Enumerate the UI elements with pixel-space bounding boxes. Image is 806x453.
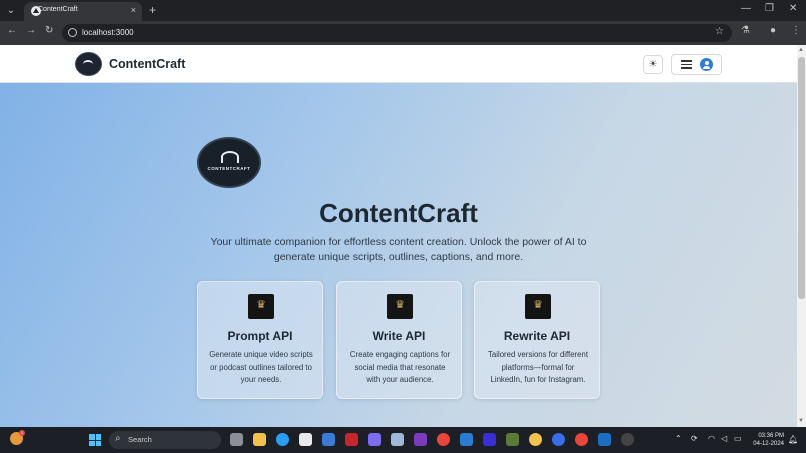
hero-logo-glyph-icon [221, 151, 239, 163]
new-tab-button[interactable]: + [149, 3, 156, 17]
forward-button[interactable]: → [26, 25, 36, 36]
tray-sync-icon[interactable]: ⟳ [691, 434, 698, 443]
theme-toggle-button[interactable]: ☀ [643, 55, 663, 74]
media-player-icon[interactable] [621, 433, 634, 446]
taskbar-clock[interactable]: 03:36 PM 04-12-2024 [748, 432, 784, 448]
terminal-icon[interactable] [506, 433, 519, 446]
site-navbar: ContentCraft ☀ [0, 45, 797, 83]
restore-button[interactable]: ❐ [765, 3, 774, 14]
tab-search-dropdown[interactable]: ⌄ [4, 4, 18, 18]
dell-icon[interactable] [322, 433, 335, 446]
hero-logo-text: CONTENTCRAFT [207, 166, 251, 171]
volume-icon[interactable]: ◁ [721, 434, 727, 443]
chrome-canary-icon[interactable] [529, 433, 542, 446]
outlook-icon[interactable] [598, 433, 611, 446]
clock-time: 03:36 PM [758, 433, 784, 439]
close-window-button[interactable]: ✕ [789, 3, 797, 14]
profile-icon[interactable]: ● [770, 25, 776, 36]
battery-icon[interactable]: ▭ [734, 434, 742, 443]
edge-icon[interactable] [276, 433, 289, 446]
tray-overflow-icon[interactable]: ⌃ [675, 434, 682, 443]
page-scrollbar[interactable]: ▲ ▼ [797, 45, 806, 427]
photos-icon[interactable] [391, 433, 404, 446]
feature-card-prompt[interactable]: Prompt API Generate unique video scripts… [197, 281, 323, 399]
card-title: Prompt API [227, 329, 293, 343]
scroll-up-arrow-icon[interactable]: ▲ [798, 47, 804, 53]
address-bar[interactable]: localhost:3000 ☆ [62, 24, 732, 42]
hero-title: ContentCraft [319, 198, 478, 228]
search-placeholder: Search [128, 435, 152, 444]
card-description: Generate unique video scripts or podcast… [209, 350, 313, 385]
chrome-profile-icon[interactable] [575, 433, 588, 446]
labs-icon[interactable]: ⚗ [741, 25, 750, 36]
card-description: Create engaging captions for social medi… [349, 350, 451, 385]
tab-title: ContentCraft [38, 6, 78, 13]
minimize-button[interactable]: — [741, 3, 751, 14]
taskbar-search[interactable]: ⌕ Search [109, 431, 221, 449]
mcafee-icon[interactable] [345, 433, 358, 446]
browser-tabbar: ⌄ ContentCraft × + — ❐ ✕ [0, 0, 806, 21]
page-viewport: ContentCraft ☀ CONTENTCRAFT ContentCraft… [0, 45, 797, 427]
card-description: Tailored versions for different platform… [488, 350, 588, 385]
prompt-api-icon [248, 294, 274, 319]
devtool-icon[interactable] [483, 433, 496, 446]
browser-menu-icon[interactable]: ⋮ [791, 25, 801, 36]
site-info-icon[interactable] [68, 28, 77, 37]
chrome-icon[interactable] [437, 433, 450, 446]
user-menu-button[interactable] [671, 54, 722, 75]
bookmark-star-icon[interactable]: ☆ [715, 26, 724, 37]
hamburger-menu-icon [681, 60, 692, 69]
start-button-icon[interactable] [89, 434, 101, 446]
vscode-icon[interactable] [460, 433, 473, 446]
card-title: Write API [372, 329, 426, 343]
feature-card-rewrite[interactable]: Rewrite API Tailored versions for differ… [474, 281, 600, 399]
feature-card-write[interactable]: Write API Create engaging captions for s… [336, 281, 462, 399]
hero-subtitle: Your ultimate companion for effortless c… [210, 236, 587, 263]
onenote-icon[interactable] [414, 433, 427, 446]
wifi-icon[interactable]: ◠ [708, 434, 715, 443]
url-text[interactable]: localhost:3000 [82, 28, 134, 37]
back-button[interactable]: ← [7, 25, 17, 36]
user-avatar-icon [700, 58, 713, 71]
store-icon[interactable] [299, 433, 312, 446]
tab-close-icon[interactable]: × [131, 5, 136, 15]
hero-logo: CONTENTCRAFT [197, 137, 261, 188]
card-title: Rewrite API [503, 329, 571, 343]
write-api-icon [387, 294, 413, 319]
brand-logo[interactable] [75, 52, 102, 76]
file-explorer-icon[interactable] [253, 433, 266, 446]
notification-bell-icon[interactable]: 🔔︎ [788, 435, 798, 444]
browser-tab[interactable]: ContentCraft × [24, 2, 142, 21]
windows-taskbar: 1 ⌕ Search ⌃ ⟳ ◠ ◁ ▭ 03:36 PM 04-12-2024… [0, 427, 806, 453]
search-icon: ⌕ [115, 433, 121, 444]
copilot-icon[interactable] [368, 433, 381, 446]
messenger-icon[interactable] [552, 433, 565, 446]
scroll-down-arrow-icon[interactable]: ▼ [798, 418, 804, 424]
brand-name[interactable]: ContentCraft [109, 57, 185, 71]
scrollbar-thumb[interactable] [798, 57, 805, 299]
clock-date: 04-12-2024 [753, 441, 784, 447]
rewrite-api-icon [525, 294, 551, 319]
task-view-icon[interactable] [230, 433, 243, 446]
weather-badge: 1 [19, 430, 25, 436]
reload-button[interactable]: ↻ [45, 25, 53, 36]
browser-toolbar: ← → ↻ localhost:3000 ☆ ⚗ ● ⋮ [0, 21, 806, 45]
